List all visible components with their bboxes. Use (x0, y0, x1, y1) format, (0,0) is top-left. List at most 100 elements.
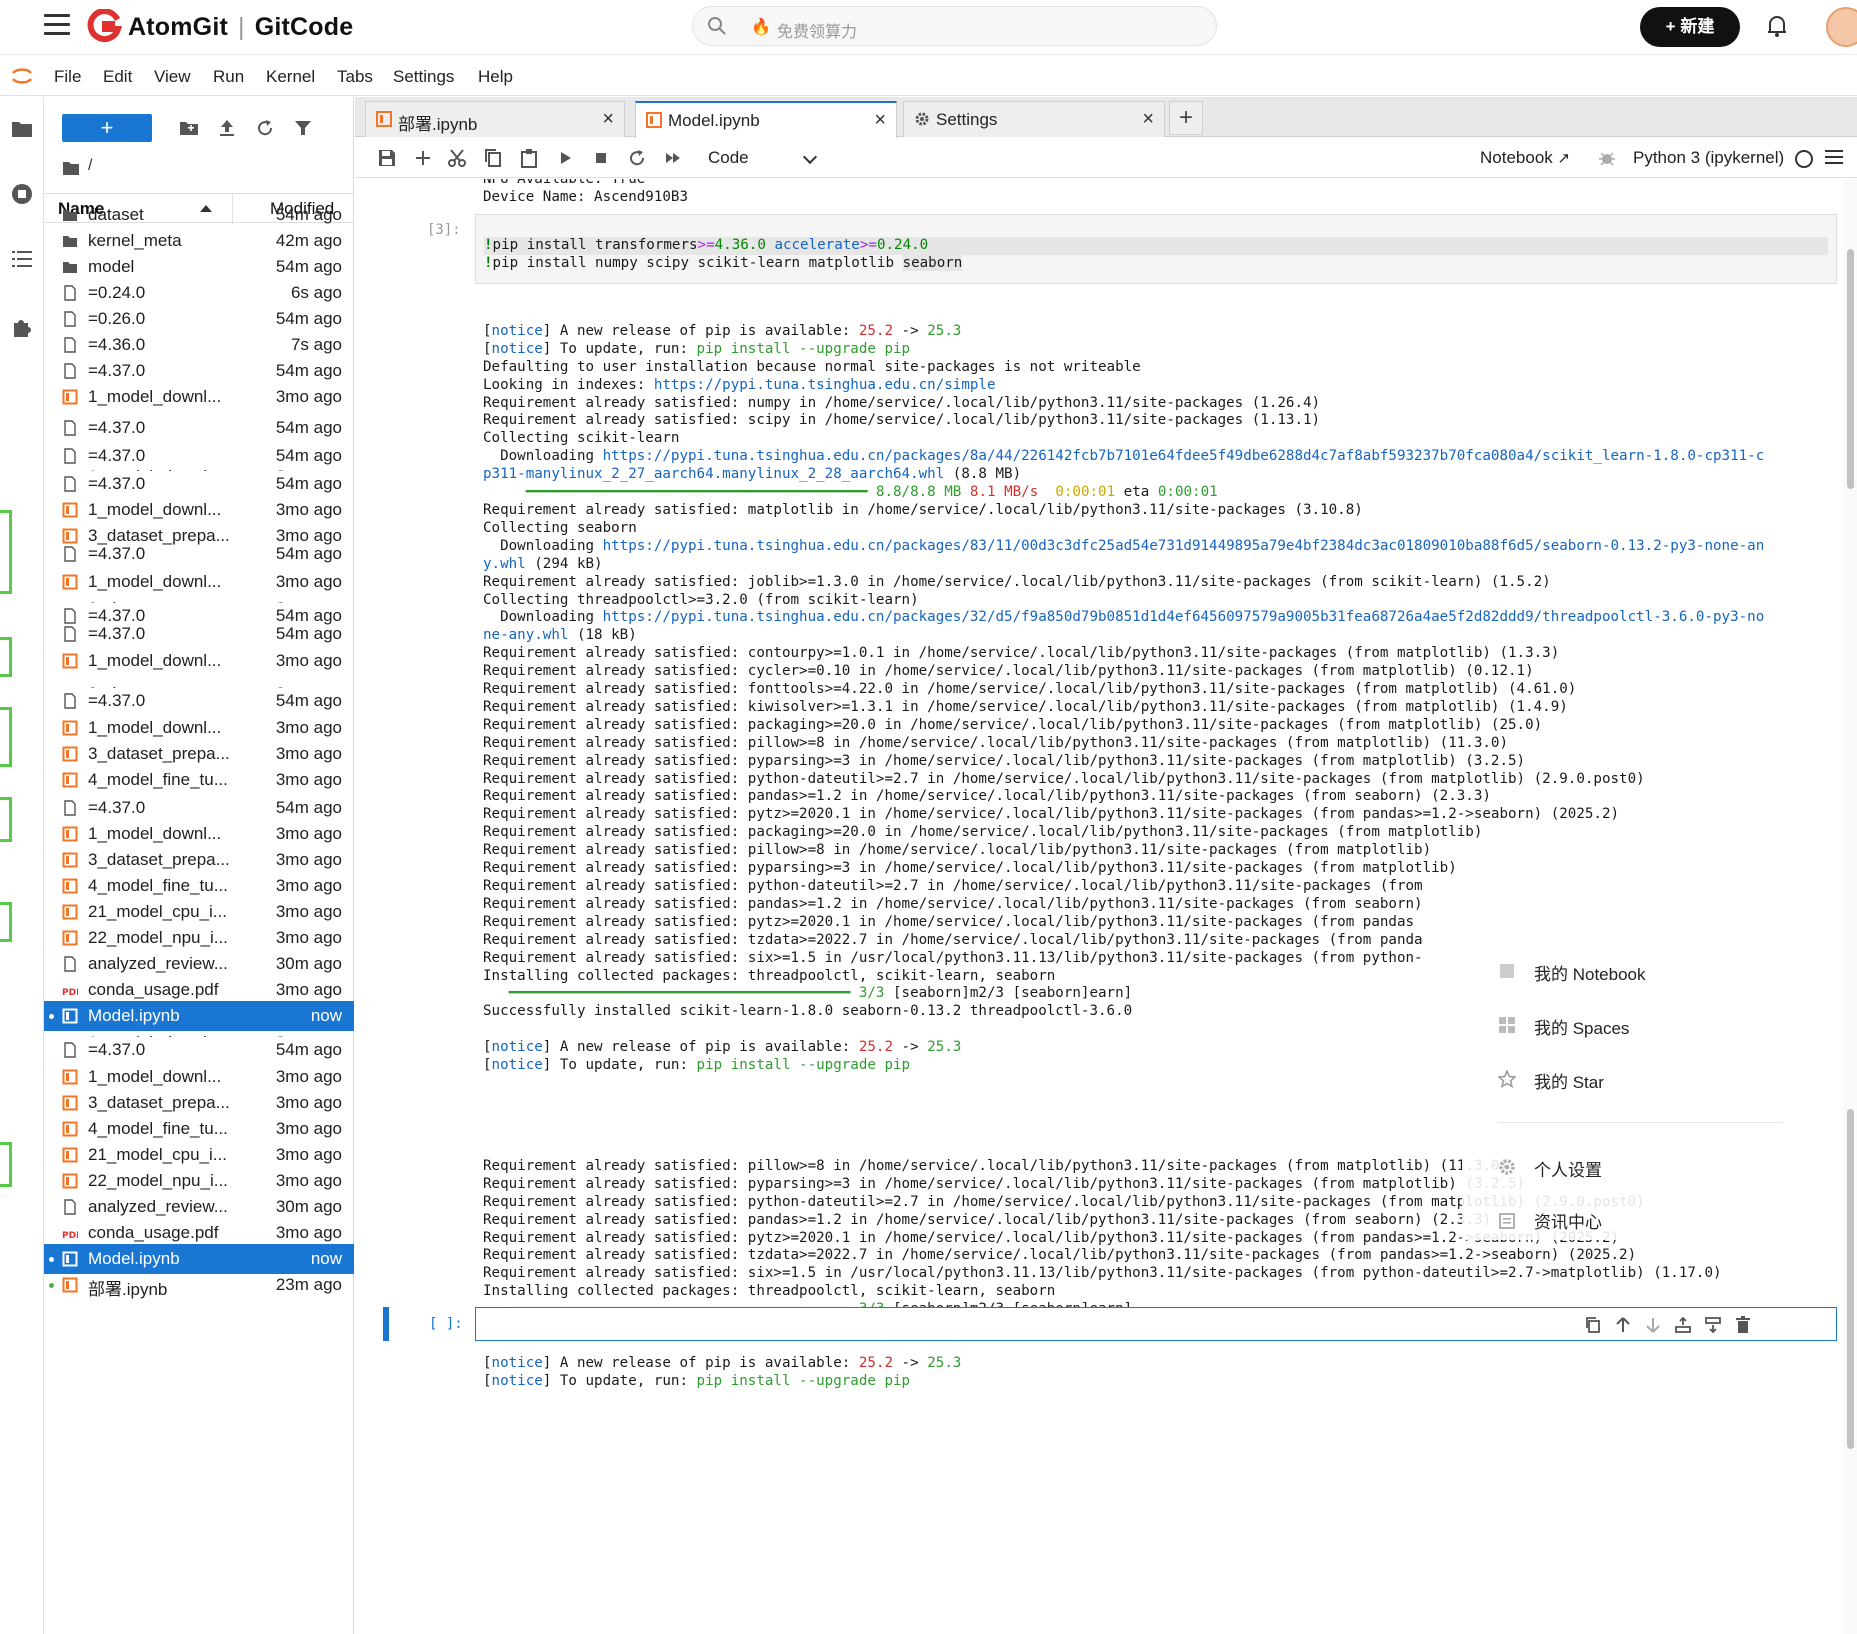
file-list-item[interactable]: 1_model_downl... 3mo ago (44, 646, 354, 676)
close-icon[interactable]: × (1142, 108, 1154, 131)
toc-icon[interactable] (10, 247, 34, 271)
file-list-item[interactable]: =4.37.0 54m ago (44, 413, 354, 443)
file-modified: now (310, 1249, 342, 1268)
file-list-item[interactable]: 4_model_fine_tu... 3mo ago (44, 765, 354, 795)
insert-below-icon[interactable] (1704, 1316, 1722, 1334)
scrollbar-thumb[interactable] (1847, 1109, 1854, 1449)
menu-my-notebook[interactable]: 我的 Notebook (1534, 960, 1646, 985)
tab-deploy-notebook[interactable]: 部署.ipynb × (365, 101, 625, 137)
delete-cell-icon[interactable] (1734, 1316, 1752, 1334)
extension-icon[interactable] (10, 315, 34, 339)
file-modified: 3mo ago (275, 902, 342, 921)
file-icon (62, 693, 78, 709)
search-placeholder: 免费领算力 (777, 24, 858, 41)
file-list-item[interactable]: 1_model_downl... 3mo ago (44, 567, 354, 597)
paste-icon[interactable] (519, 148, 539, 168)
cut-icon[interactable] (447, 148, 467, 168)
file-modified: 3mo ago (275, 718, 342, 737)
notebook-icon (62, 772, 78, 788)
notebook-icon (62, 852, 78, 868)
tab-model-notebook[interactable]: Model.ipynb × (635, 101, 897, 138)
refresh-icon[interactable] (254, 117, 276, 139)
cell-prompt: [3]: (427, 222, 461, 238)
bug-icon[interactable] (1597, 148, 1617, 168)
file-name: dataset (88, 205, 144, 224)
menu-my-spaces[interactable]: 我的 Spaces (1534, 1014, 1629, 1039)
filter-icon[interactable] (292, 117, 314, 139)
file-list-item[interactable]: Model.ipynb now (44, 1001, 354, 1031)
file-list-item[interactable]: =4.37.0 54m ago (44, 539, 354, 569)
green-marker (0, 797, 12, 842)
file-name: =0.24.0 (88, 283, 146, 302)
chevron-down-icon[interactable] (802, 149, 818, 165)
copy-icon[interactable] (483, 148, 503, 168)
menu-tabs[interactable]: Tabs (337, 67, 373, 87)
tab-strip: 部署.ipynb × Model.ipynb × Settings × + (355, 97, 1857, 138)
add-cell-icon[interactable] (413, 148, 433, 168)
file-name: 1_model_downl... (88, 1033, 221, 1037)
tab-settings[interactable]: Settings × (903, 101, 1165, 137)
duplicate-cell-icon[interactable] (1584, 1316, 1602, 1334)
run-icon[interactable] (555, 148, 575, 168)
add-tab-button[interactable]: + (1169, 101, 1203, 135)
new-launcher-button[interactable]: + (62, 114, 152, 142)
menu-my-star[interactable]: 我的 Star (1534, 1068, 1604, 1093)
kernel-name[interactable]: Python 3 (ipykernel) (1633, 148, 1784, 168)
upload-icon[interactable] (216, 117, 238, 139)
notebook-icon (376, 111, 392, 127)
scrollbar-thumb[interactable] (1847, 249, 1854, 489)
bell-icon[interactable] (1766, 14, 1788, 38)
move-up-icon[interactable] (1614, 1316, 1632, 1334)
file-list-item[interactable]: 1_model_downl... 3mo ago (44, 382, 354, 412)
menu-settings[interactable]: Settings (393, 67, 454, 87)
file-name: 3_dataset_prepa... (88, 744, 230, 763)
code-cell-input[interactable]: !pip install transformers>=4.36.0 accele… (475, 214, 1837, 284)
new-button[interactable]: + 新建 (1640, 7, 1740, 47)
cell-type-select[interactable]: Code (708, 148, 749, 168)
breadcrumb-root[interactable]: / (88, 157, 92, 175)
file-list-item[interactable]: =4.37.0 54m ago (44, 686, 354, 716)
running-icon[interactable] (10, 182, 34, 206)
insert-above-icon[interactable] (1674, 1316, 1692, 1334)
file-list-item-partial[interactable]: 3_dataset_prepa... 3mo ago (44, 679, 354, 688)
close-icon[interactable]: × (602, 108, 614, 131)
file-list-item[interactable]: 部署.ipynb 23m ago (44, 1270, 354, 1300)
open-notebook-link[interactable]: Notebook ↗ (1480, 148, 1570, 168)
search-box[interactable]: 🔥 免费领算力 (692, 6, 1217, 46)
menu-personal-settings[interactable]: 个人设置 (1534, 1156, 1602, 1181)
file-modified: 54m ago (275, 798, 342, 817)
menu-view[interactable]: View (154, 67, 191, 87)
file-list-item[interactable]: =4.37.0 54m ago (44, 1035, 354, 1065)
move-down-icon[interactable] (1644, 1316, 1662, 1334)
close-icon[interactable]: × (874, 109, 886, 132)
menu-kernel[interactable]: Kernel (266, 67, 315, 87)
external-link-icon: ↗ (1557, 150, 1571, 167)
fast-forward-icon[interactable] (663, 148, 683, 168)
svg-text:PDF: PDF (62, 988, 78, 998)
menu-help[interactable]: Help (478, 67, 513, 87)
avatar[interactable] (1826, 7, 1857, 47)
notebook-icon (62, 720, 78, 736)
file-modified: 54m ago (275, 418, 342, 437)
restart-icon[interactable] (627, 148, 647, 168)
hamburger-menu-icon[interactable] (44, 14, 70, 36)
file-list-item-partial[interactable]: 1_model_downl... 3mo ago (44, 462, 354, 471)
file-name: 4_model_fine_tu... (88, 770, 228, 789)
file-list-item-partial[interactable]: 1_model_downl... 3mo ago (44, 1028, 354, 1037)
menu-icon[interactable] (1825, 150, 1843, 166)
file-list-item[interactable]: =4.37.0 54m ago (44, 619, 354, 649)
menu-run[interactable]: Run (213, 67, 244, 87)
menu-file[interactable]: File (54, 67, 81, 87)
gear-icon (1499, 1159, 1515, 1175)
code-cell-input-empty[interactable] (475, 1307, 1837, 1341)
file-name: 3_dataset_prepa... (88, 684, 230, 688)
notebook-scrollbar[interactable] (1843, 179, 1857, 1634)
brand-title[interactable]: AtomGit | GitCode (128, 13, 353, 42)
folder-icon[interactable] (10, 117, 34, 141)
save-icon[interactable] (377, 148, 397, 168)
stop-icon[interactable] (591, 148, 611, 168)
new-folder-icon[interactable] (178, 117, 200, 139)
file-list-item-partial[interactable]: 2_dataset_... 3mo ago (44, 594, 354, 603)
menu-edit[interactable]: Edit (103, 67, 132, 87)
menu-news-center[interactable]: 资讯中心 (1534, 1208, 1602, 1233)
